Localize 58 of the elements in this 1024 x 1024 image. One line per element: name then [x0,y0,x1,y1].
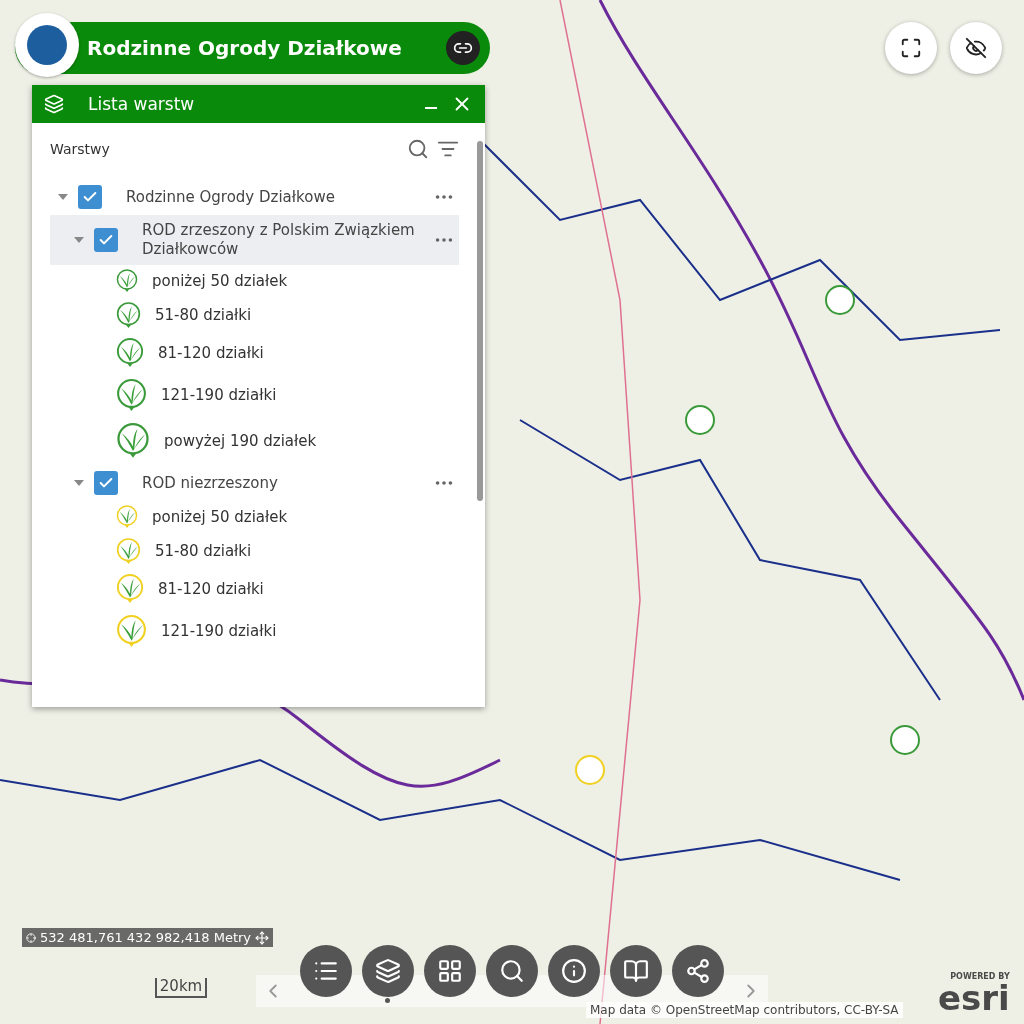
grass-marker-icon [116,337,144,369]
book-icon [623,958,649,984]
coordinates-text: 532 481,761 432 982,418 Metry [40,930,252,945]
legend-label: 121-190 działki [161,386,277,404]
crosshair-icon [26,932,36,943]
grass-marker-icon [116,573,144,605]
grass-marker-icon [116,536,141,566]
expand-caret[interactable] [74,480,84,486]
minimize-icon [425,107,437,109]
search-icon [499,958,525,984]
layer-row[interactable]: ROD niezrzeszony [50,465,459,501]
layer-checkbox[interactable] [78,185,102,209]
grass-marker-icon [116,613,147,649]
layer-label: Rodzinne Ogrody Działkowe [126,187,336,207]
scale-bar: 20km [155,978,207,998]
legend-label: 81-120 działki [158,344,264,362]
eye-slash-icon [965,37,987,59]
layer-checkbox[interactable] [94,228,118,252]
legend-label: poniżej 50 działek [152,508,288,526]
layers-icon [44,94,64,114]
grass-marker-icon [116,300,141,330]
map-marker[interactable] [685,405,715,435]
link-button[interactable] [446,31,480,65]
legend-label: poniżej 50 działek [152,272,288,290]
legend-label: powyżej 190 działek [164,432,317,450]
map-marker[interactable] [890,725,920,755]
layer-row[interactable]: ROD zrzeszony z Polskim Związkiem Działkowców [50,215,459,265]
esri-logo: POWERED BY esri [938,972,1010,1015]
page-indicator [385,998,390,1003]
layer-label: ROD niezrzeszony [142,473,279,493]
move-icon[interactable] [255,930,270,945]
grass-marker-icon [116,377,147,413]
legend-label: 121-190 działki [161,622,277,640]
layers-icon [375,958,401,984]
legend-label: 51-80 działki [155,306,252,324]
map-attribution: Map data © OpenStreetMap contributors, CC-BY-SA [586,1002,903,1018]
grass-marker-icon [116,504,138,530]
grid-icon [437,958,463,984]
grass-marker-icon [116,268,138,294]
grass-marker-icon [116,422,150,460]
fullscreen-icon [900,37,922,59]
app-title: Rodzinne Ogrody Działkowe [87,36,403,60]
panel-title: Lista warstw [88,94,196,114]
search-button[interactable] [407,138,429,160]
layer-label: ROD zrzeszony z Polskim Związkiem Działkowców [142,221,416,259]
legend-label: 51-80 działki [155,542,252,560]
layer-checkbox[interactable] [94,471,118,495]
section-label: Warstwy [50,141,111,157]
map-marker[interactable] [575,755,605,785]
layer-row[interactable]: Rodzinne Ogrody Działkowe [50,179,459,215]
scrollbar-thumb[interactable] [477,141,483,501]
search-icon [407,138,429,160]
legend-label: 81-120 działki [158,580,264,598]
expand-caret[interactable] [74,237,84,243]
expand-caret[interactable] [58,194,68,200]
info-icon [561,958,587,984]
map-marker[interactable] [825,285,855,315]
share-icon [685,958,711,984]
